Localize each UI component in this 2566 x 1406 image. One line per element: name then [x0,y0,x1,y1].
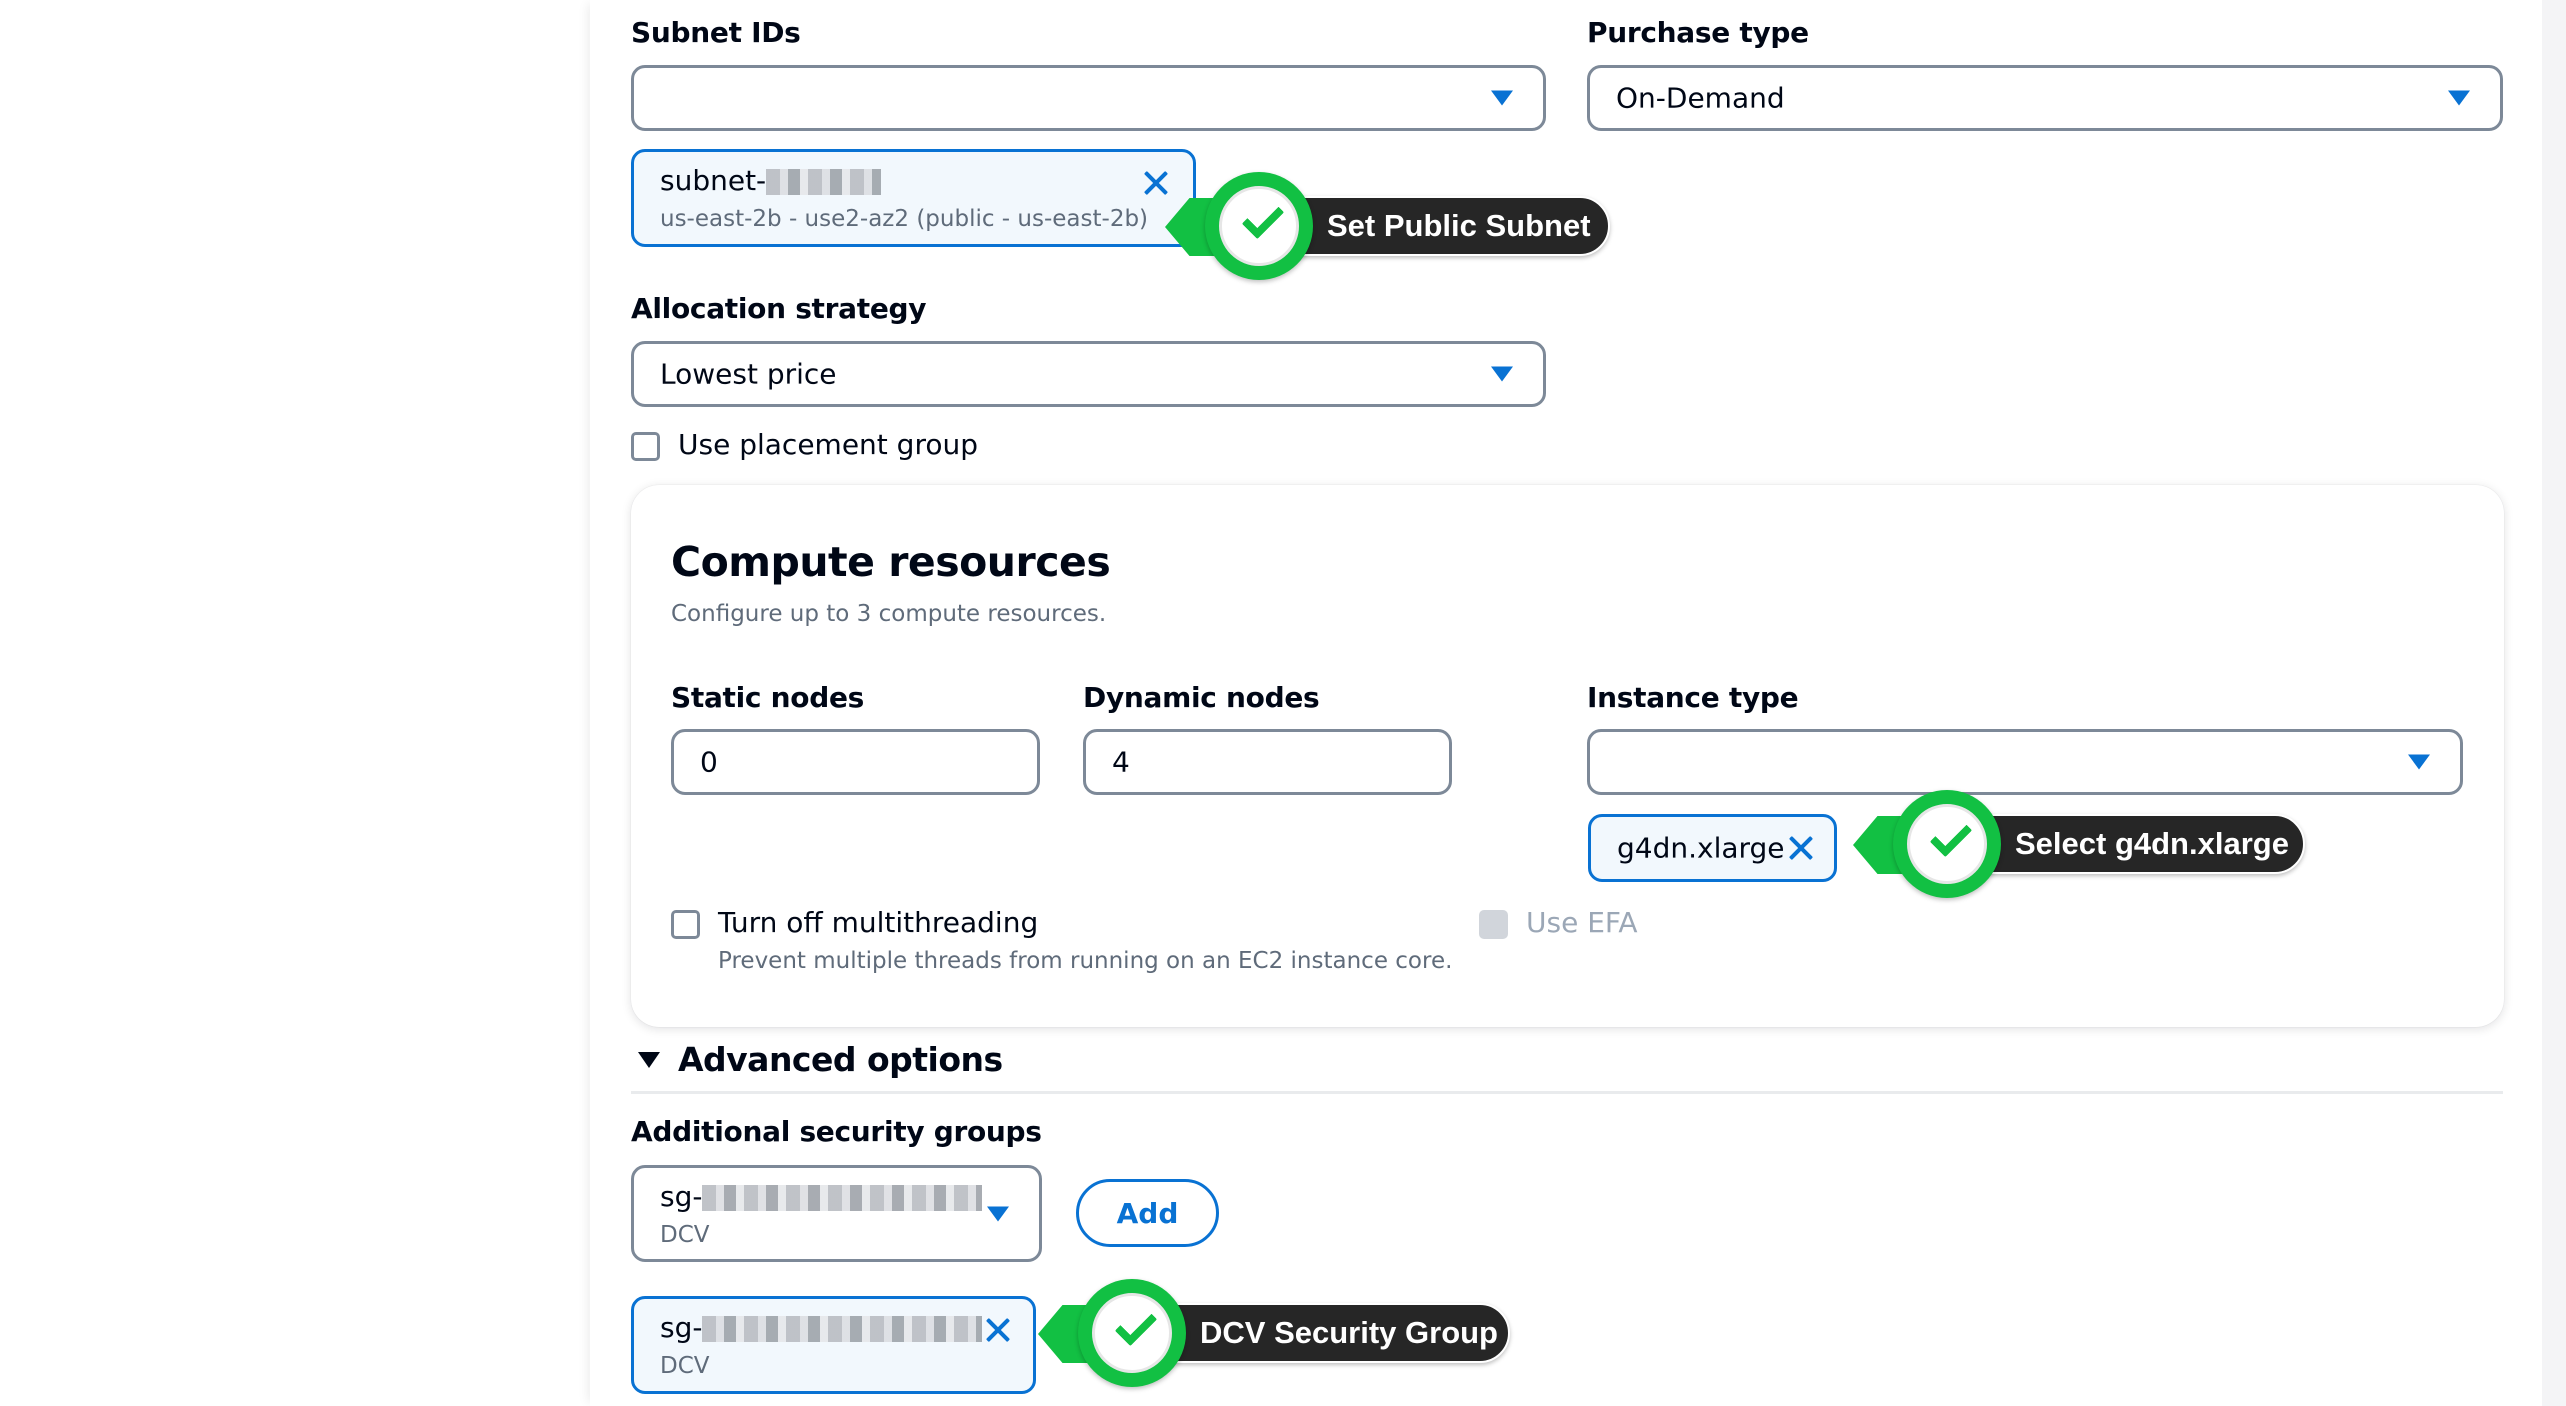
purchase-type-value: On-Demand [1616,81,1785,115]
dynamic-nodes-label: Dynamic nodes [1083,681,1320,714]
divider [631,1091,2503,1094]
caret-down-icon [1491,90,1513,106]
subnet-ids-label: Subnet IDs [631,16,801,49]
allocation-strategy-value: Lowest price [660,357,837,391]
redacted-sg-id [702,1316,983,1342]
caret-down-icon [2408,754,2430,770]
checkmark-icon [1929,814,1973,858]
remove-security-group-icon[interactable] [983,1315,1013,1345]
instance-type-token-label: g4dn.xlarge [1617,831,1785,865]
checkmark-icon [1114,1303,1158,1347]
static-nodes-value: 0 [700,745,718,779]
instance-type-dropdown[interactable] [1587,729,2463,795]
annotation-select-g4dn: Select g4dn.xlarge [1853,790,2313,900]
redacted-sg-id [702,1185,983,1211]
caret-down-icon [2448,90,2470,106]
purchase-type-label: Purchase type [1587,16,1809,49]
placement-group-label: Use placement group [678,428,978,461]
multithreading-description: Prevent multiple threads from running on… [718,948,1453,974]
annotation-check-badge [1205,172,1313,280]
redacted-subnet-id [766,169,882,195]
security-group-dropdown-description: DCV [660,1222,710,1248]
remove-instance-type-icon[interactable] [1786,833,1816,863]
instance-type-token: g4dn.xlarge [1588,814,1837,882]
subnet-id-prefix: subnet- [660,164,767,197]
allocation-strategy-label: Allocation strategy [631,292,927,325]
efa-checkbox[interactable] [1479,910,1508,939]
annotation-dcv-security-group: DCV Security Group [1038,1279,1518,1389]
efa-label: Use EFA [1526,906,1638,939]
add-security-group-button[interactable]: Add [1076,1179,1219,1247]
annotation-set-public-subnet: Set Public Subnet [1165,172,1615,282]
security-group-token-id: sg- [660,1311,983,1344]
security-group-token: sg- DCV [631,1296,1036,1394]
additional-security-groups-label: Additional security groups [631,1115,1042,1148]
right-scroll-strip [2542,0,2566,1406]
caret-down-icon [987,1206,1009,1221]
subnet-token-description: us-east-2b - use2-az2 (public - us-east-… [660,206,1149,232]
security-group-dropdown[interactable]: sg- DCV [631,1165,1042,1262]
multithreading-checkbox[interactable] [671,910,700,939]
annotation-check-badge [1893,790,2001,898]
caret-down-icon [1491,366,1513,382]
dynamic-nodes-value: 4 [1112,745,1130,779]
multithreading-label: Turn off multithreading [718,906,1039,939]
annotation-check-badge [1078,1279,1186,1387]
security-group-dropdown-id: sg- [660,1180,983,1213]
subnet-token-id: subnet- [660,164,882,197]
purchase-type-dropdown[interactable]: On-Demand [1587,65,2503,131]
sg-id-prefix: sg- [660,1311,703,1344]
static-nodes-label: Static nodes [671,681,865,714]
static-nodes-input[interactable]: 0 [671,729,1040,795]
security-group-token-description: DCV [660,1353,710,1379]
expand-triangle-icon[interactable] [638,1052,660,1068]
compute-resources-description: Configure up to 3 compute resources. [671,601,1107,627]
subnet-ids-dropdown[interactable] [631,65,1546,131]
advanced-options-toggle[interactable]: Advanced options [678,1040,1003,1079]
instance-type-label: Instance type [1587,681,1799,714]
checkmark-icon [1241,196,1285,240]
placement-group-checkbox[interactable] [631,432,660,461]
allocation-strategy-dropdown[interactable]: Lowest price [631,341,1546,407]
left-gutter [0,0,590,1406]
dynamic-nodes-input[interactable]: 4 [1083,729,1452,795]
compute-resources-title: Compute resources [671,538,1111,586]
sg-id-prefix: sg- [660,1180,703,1213]
subnet-token: subnet- us-east-2b - use2-az2 (public - … [631,149,1196,247]
